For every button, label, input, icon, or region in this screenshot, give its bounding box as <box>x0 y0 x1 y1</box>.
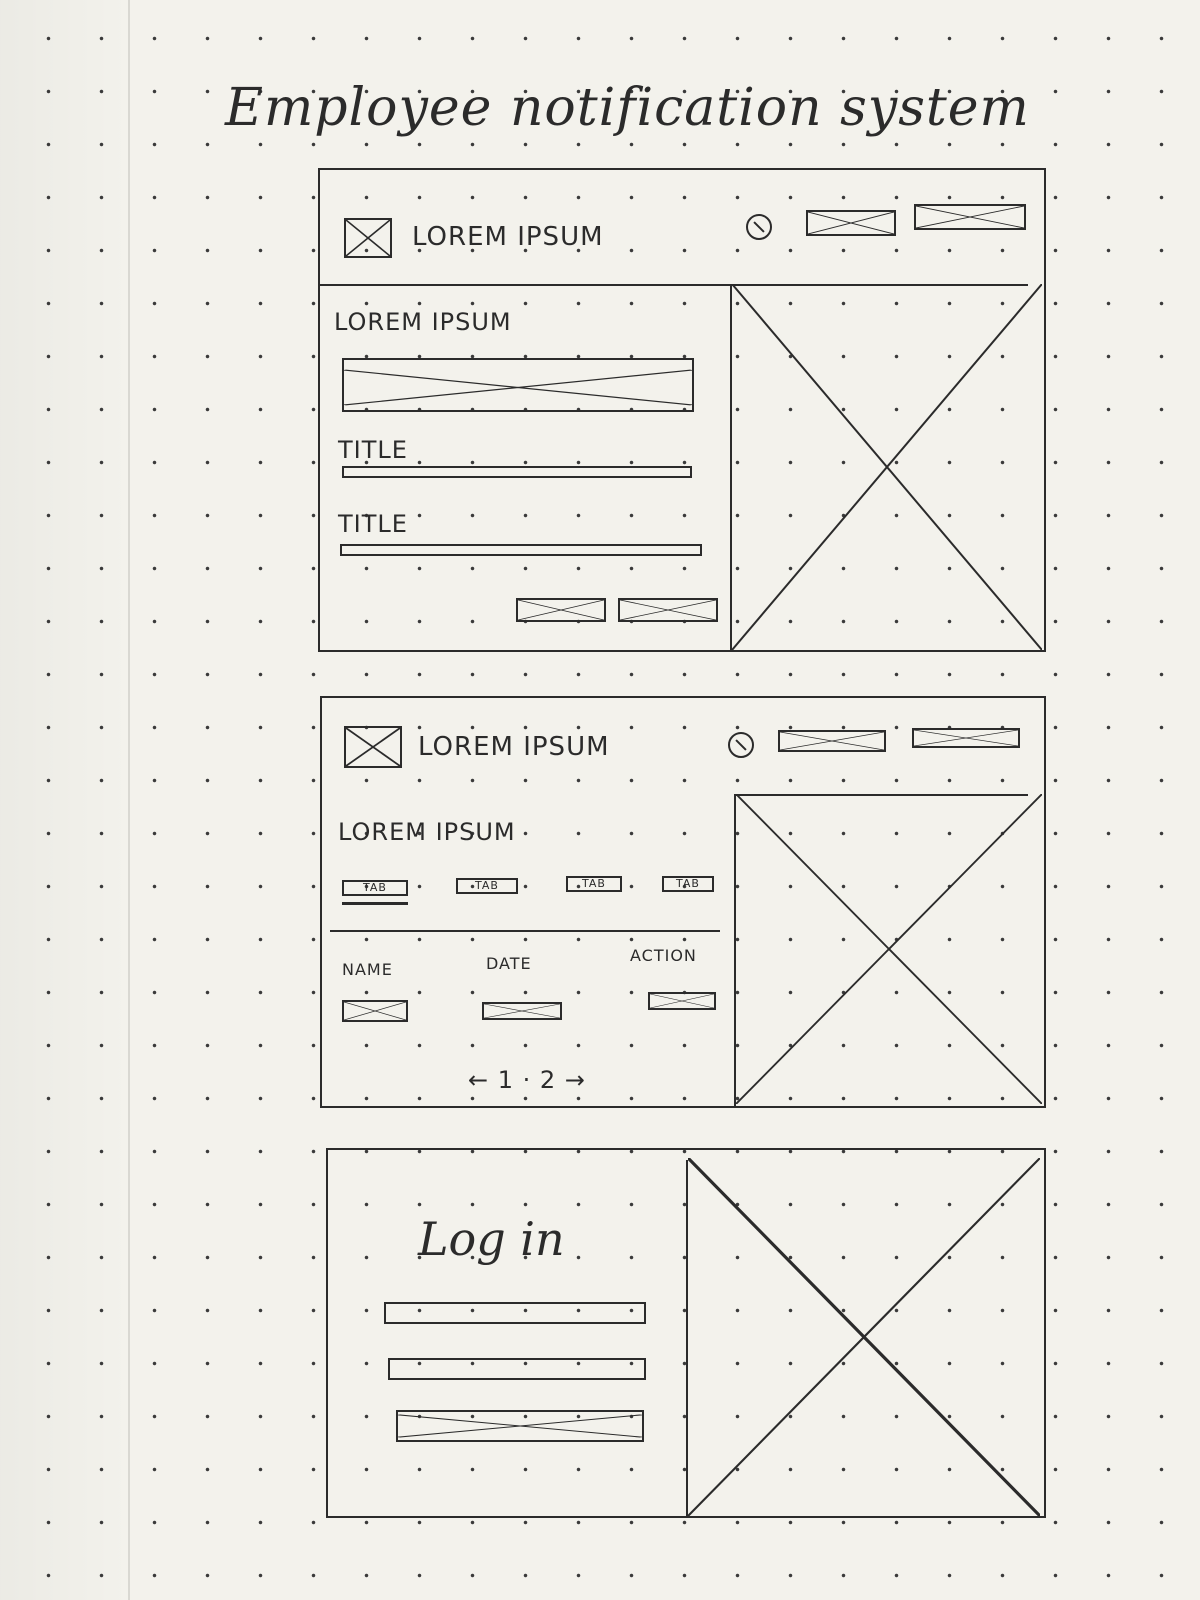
logo-placeholder-icon <box>344 726 402 768</box>
field-label: TITLE <box>338 436 408 464</box>
tab-4[interactable]: TAB <box>662 876 714 892</box>
input-placeholder[interactable] <box>342 358 694 412</box>
pagination[interactable]: ← 1 · 2 → <box>468 1066 586 1094</box>
nav-button-placeholder[interactable] <box>806 210 896 236</box>
page-title: Employee notification system <box>225 78 1030 138</box>
text-field[interactable] <box>342 466 692 478</box>
column-header-name: NAME <box>342 960 393 979</box>
nav-button-placeholder[interactable] <box>778 730 886 752</box>
wireframe-form-screen: LOREM IPSUM LOREM IPSUM TITLE TITLE <box>318 168 1046 652</box>
nav-button-placeholder[interactable] <box>914 204 1026 230</box>
wireframe-list-screen: LOREM IPSUM LOREM IPSUM TAB TAB TAB TAB … <box>320 696 1046 1108</box>
login-button-placeholder[interactable] <box>396 1410 644 1442</box>
action-button-placeholder[interactable] <box>618 598 718 622</box>
field-label: TITLE <box>338 510 408 538</box>
table-cell-placeholder <box>342 1000 408 1022</box>
tab-3[interactable]: TAB <box>566 876 622 892</box>
table-action-placeholder[interactable] <box>648 992 716 1010</box>
notebook-gutter <box>0 0 130 1600</box>
action-button-placeholder[interactable] <box>516 598 606 622</box>
section-label: LOREM IPSUM <box>334 308 512 336</box>
column-header-date: DATE <box>486 954 532 973</box>
section-label: LOREM IPSUM <box>338 818 516 846</box>
column-header-action: ACTION <box>630 946 697 965</box>
image-placeholder <box>732 284 1042 650</box>
tab-1[interactable]: TAB <box>342 880 408 896</box>
active-tab-indicator <box>342 902 408 905</box>
username-field[interactable] <box>384 1302 646 1324</box>
nav-button-placeholder[interactable] <box>912 728 1020 748</box>
user-avatar-icon[interactable] <box>728 732 754 758</box>
table-cell-placeholder <box>482 1002 562 1020</box>
tab-2[interactable]: TAB <box>456 878 518 894</box>
header-brand-label: LOREM IPSUM <box>418 732 610 762</box>
logo-placeholder-icon <box>344 218 392 258</box>
notebook-binding <box>128 0 130 1600</box>
user-avatar-icon[interactable] <box>746 214 772 240</box>
text-field[interactable] <box>340 544 702 556</box>
image-placeholder <box>688 1158 1040 1516</box>
image-placeholder <box>736 794 1042 1104</box>
login-title: Log in <box>418 1212 565 1266</box>
table-divider <box>330 930 720 932</box>
password-field[interactable] <box>388 1358 646 1380</box>
header-brand-label: LOREM IPSUM <box>412 222 604 252</box>
wireframe-login-screen: Log in <box>326 1148 1046 1518</box>
